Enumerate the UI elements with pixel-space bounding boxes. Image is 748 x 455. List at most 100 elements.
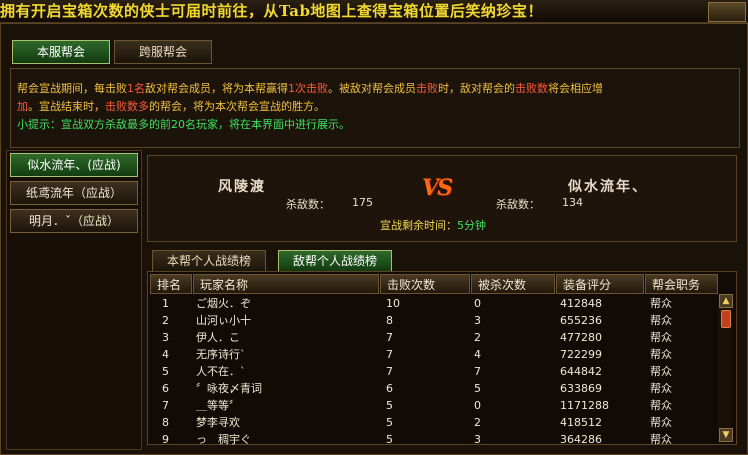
rules-text: 的帮会，将为本次帮会宣战的胜方。 [149, 100, 325, 113]
left-kills-label: 杀敌数： [286, 198, 330, 211]
cell-guild-role: 帮众 [650, 433, 672, 446]
guild-item-1[interactable]: 纸鸢流年（应战） [10, 181, 138, 205]
cell-guild-role: 帮众 [650, 399, 672, 412]
cell-player-name: 〞咏夜〆青词 [196, 382, 262, 395]
tab-cross-server-guild[interactable]: 跨服帮会 [114, 40, 212, 64]
cell-gear-score: 477280 [560, 331, 602, 344]
cell-deaths: 5 [474, 382, 481, 395]
rules-highlight: 击败数多 [105, 100, 149, 113]
cell-gear-score: 364286 [560, 433, 602, 446]
guild-item-2[interactable]: 明月．ˇ（应战） [10, 209, 138, 233]
table-row[interactable]: 2 山河ぃ小十 8 3 655236 帮众 [148, 313, 718, 328]
cell-player-name: 伊人．こ [196, 331, 240, 344]
right-guild-name: 似水流年、 [568, 179, 648, 195]
col-guild-role[interactable]: 帮会职务 [645, 274, 718, 294]
rules-text: 将会相应增 [548, 82, 603, 95]
top-banner-bar: 拥有开启宝箱次数的侠士可届时前往，从Tab地图上查得宝箱位置后笑纳珍宝！ [0, 0, 748, 23]
table-row[interactable]: 9 っ 稠宇ぐ 5 3 364286 帮众 [148, 432, 718, 447]
scroll-thumb[interactable] [721, 310, 731, 328]
tab-own-guild-ranking[interactable]: 本帮个人战绩榜 [152, 250, 266, 272]
rules-text: 。宣战结束时， [28, 100, 105, 113]
rules-highlight: 加 [17, 100, 28, 113]
cell-rank: 7 [162, 399, 169, 412]
cell-deaths: 0 [474, 399, 481, 412]
cell-deaths: 2 [474, 416, 481, 429]
col-deaths[interactable]: 被杀次数 [471, 274, 555, 294]
cell-deaths: 7 [474, 365, 481, 378]
cell-gear-score: 644842 [560, 365, 602, 378]
cell-gear-score: 412848 [560, 297, 602, 310]
cell-gear-score: 722299 [560, 348, 602, 361]
rules-line-2: 加。宣战结束时，击败数多的帮会，将为本次帮会宣战的胜方。 [17, 98, 325, 115]
cell-guild-role: 帮众 [650, 348, 672, 361]
table-row[interactable]: 7 ＿等等〞 5 0 1171288 帮众 [148, 398, 718, 413]
cell-gear-score: 633869 [560, 382, 602, 395]
cell-rank: 3 [162, 331, 169, 344]
tab-server-guild[interactable]: 本服帮会 [12, 40, 110, 64]
cell-deaths: 3 [474, 314, 481, 327]
cell-rank: 1 [162, 297, 169, 310]
cell-gear-score: 655236 [560, 314, 602, 327]
rules-line-1: 帮会宣战期间，每击败1名敌对帮会成员，将为本帮赢得1次击败。被敌对帮会成员击败时… [17, 80, 603, 97]
cell-player-name: ご烟火．ぞ [196, 297, 251, 310]
tab-enemy-guild-ranking[interactable]: 敌帮个人战绩榜 [278, 250, 392, 272]
guild-item-0[interactable]: 似水流年、(应战) [10, 153, 138, 177]
cell-guild-role: 帮众 [650, 365, 672, 378]
rules-tip: 小提示：宣战双方杀敌最多的前20名玩家，将在本界面中进行展示。 [17, 118, 350, 131]
rules-highlight: 击败数 [515, 82, 548, 95]
cell-rank: 5 [162, 365, 169, 378]
cell-guild-role: 帮众 [650, 297, 672, 310]
table-header: 排名 玩家名称 击败次数 被杀次数 装备评分 帮会职务 [148, 274, 718, 294]
cell-kills: 6 [386, 382, 393, 395]
table-row[interactable]: 3 伊人．こ 7 2 477280 帮众 [148, 330, 718, 345]
rules-text: 时，敌对帮会的 [438, 82, 515, 95]
cell-guild-role: 帮众 [650, 314, 672, 327]
cell-rank: 6 [162, 382, 169, 395]
rules-highlight: 击败 [416, 82, 438, 95]
cell-rank: 2 [162, 314, 169, 327]
right-kills-label: 杀敌数： [496, 198, 540, 211]
cell-deaths: 0 [474, 297, 481, 310]
table-row[interactable]: 6 〞咏夜〆青词 6 5 633869 帮众 [148, 381, 718, 396]
cell-gear-score: 418512 [560, 416, 602, 429]
cell-rank: 9 [162, 433, 169, 446]
right-kills-value: 134 [562, 196, 583, 209]
table-row[interactable]: 1 ご烟火．ぞ 10 0 412848 帮众 [148, 296, 718, 311]
remaining-time-label: 宣战剩余时间： [380, 219, 457, 232]
table-row[interactable]: 4 无序诗行ˋ 7 4 722299 帮众 [148, 347, 718, 362]
cell-kills: 5 [386, 416, 393, 429]
cell-kills: 7 [386, 365, 393, 378]
left-guild-name: 风陵渡 [218, 179, 266, 195]
rules-highlight: 1名 [127, 82, 145, 95]
scroll-down-icon[interactable]: ▼ [719, 428, 733, 442]
col-rank[interactable]: 排名 [150, 274, 192, 294]
rules-text: 敌对帮会成员，将为本帮赢得 [145, 82, 288, 95]
scroll-up-icon[interactable]: ▲ [719, 294, 733, 308]
rules-text: 。被敌对帮会成员 [328, 82, 416, 95]
cell-guild-role: 帮众 [650, 416, 672, 429]
cell-kills: 5 [386, 399, 393, 412]
vs-emblem: VS [422, 175, 453, 201]
col-gear-score[interactable]: 装备评分 [556, 274, 644, 294]
cell-player-name: っ 稠宇ぐ [196, 433, 251, 446]
cell-kills: 10 [386, 297, 400, 310]
table-row[interactable]: 5 人不在．ˋ 7 7 644842 帮众 [148, 364, 718, 379]
cell-kills: 7 [386, 348, 393, 361]
cell-gear-score: 1171288 [560, 399, 609, 412]
cell-deaths: 2 [474, 331, 481, 344]
cell-player-name: ＿等等〞 [196, 399, 240, 412]
cell-rank: 4 [162, 348, 169, 361]
cell-guild-role: 帮众 [650, 382, 672, 395]
table-row[interactable]: 8 梦李寻欢 5 2 418512 帮众 [148, 415, 718, 430]
cell-deaths: 3 [474, 433, 481, 446]
rules-highlight: 1次击败 [288, 82, 328, 95]
ranking-table: 排名 玩家名称 击败次数 被杀次数 装备评分 帮会职务 1 ご烟火．ぞ 10 0 412… [147, 271, 737, 447]
cell-rank: 8 [162, 416, 169, 429]
cell-kills: 8 [386, 314, 393, 327]
cell-kills: 7 [386, 331, 393, 344]
col-kills[interactable]: 击败次数 [380, 274, 470, 294]
table-scrollbar[interactable]: ▲ ▼ [718, 294, 733, 442]
col-player-name[interactable]: 玩家名称 [193, 274, 379, 294]
cell-deaths: 4 [474, 348, 481, 361]
banner-corner-ornament [708, 2, 746, 22]
